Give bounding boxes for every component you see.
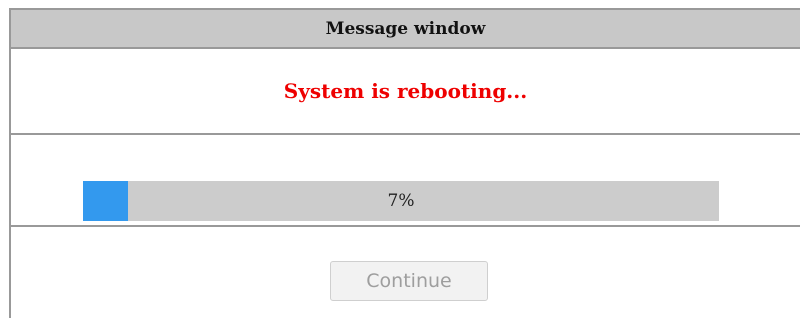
status-message: System is rebooting... [283, 79, 528, 103]
message-section: System is rebooting... [11, 49, 800, 135]
window-title: Message window [325, 18, 486, 39]
continue-button[interactable]: Continue [330, 261, 488, 301]
actions-section: Continue [11, 227, 800, 317]
progress-section: 7% [11, 135, 800, 227]
progress-label: 7% [387, 191, 415, 211]
progress-bar: 7% [83, 181, 719, 221]
window-title-bar: Message window [11, 10, 800, 49]
message-window: Message window System is rebooting... 7%… [9, 8, 800, 318]
